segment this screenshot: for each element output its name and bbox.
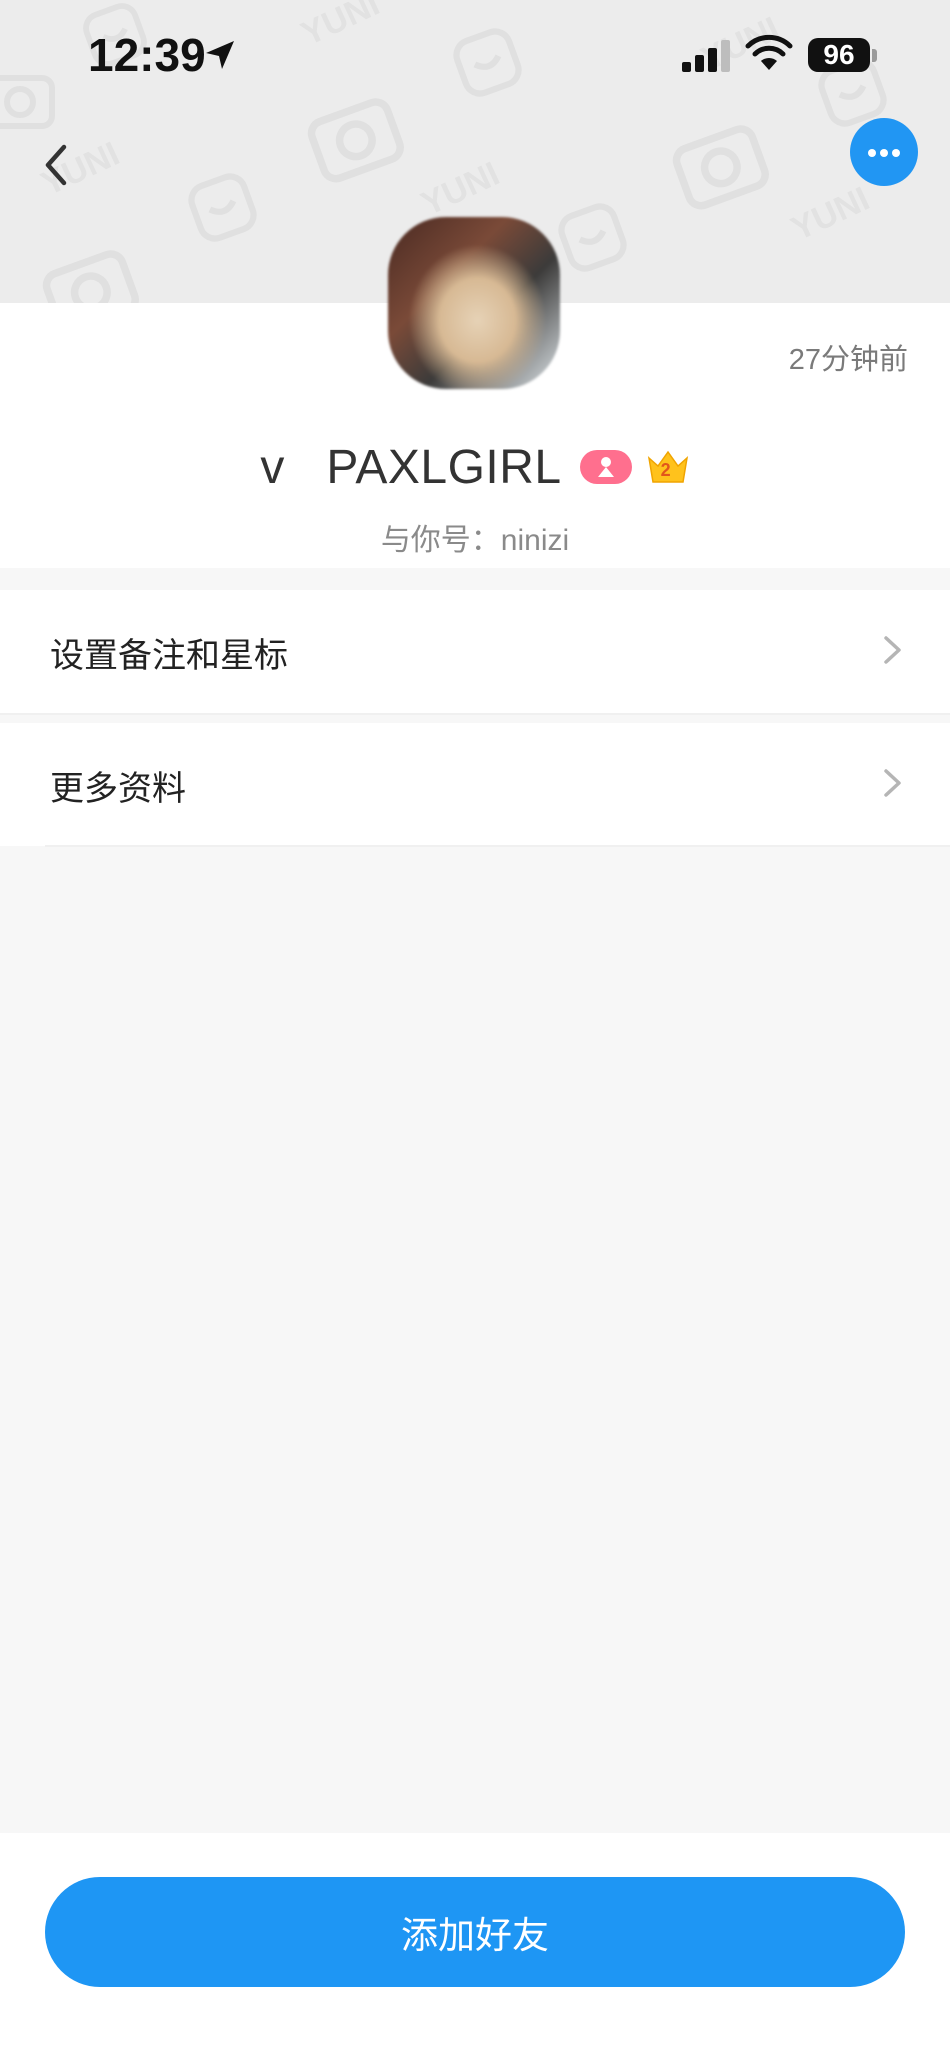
crown-level-icon: 2 bbox=[646, 448, 690, 486]
status-time: 12:39 bbox=[88, 29, 206, 81]
chevron-left-icon bbox=[45, 144, 67, 186]
ellipsis-dot bbox=[892, 149, 900, 157]
more-options-button[interactable] bbox=[850, 118, 918, 186]
chevron-right-icon bbox=[884, 769, 901, 797]
ellipsis-icon bbox=[868, 149, 876, 157]
wifi-icon bbox=[745, 34, 793, 70]
battery-tip bbox=[872, 49, 877, 62]
crown-level-number: 2 bbox=[660, 460, 671, 480]
add-friend-button[interactable]: 添加好友 bbox=[45, 1877, 905, 1987]
smile-watermark-icon bbox=[188, 173, 257, 242]
divider bbox=[45, 845, 950, 847]
name-row: v PAXLGIRL 2 bbox=[0, 437, 950, 497]
last-active-time: 27分钟前 bbox=[788, 344, 908, 376]
camera-watermark-icon bbox=[42, 250, 139, 303]
back-button[interactable] bbox=[28, 135, 88, 195]
menu-item-label: 更多资料 bbox=[50, 769, 186, 809]
gender-female-icon bbox=[579, 450, 632, 484]
status-bar: 12:39 96 bbox=[0, 0, 950, 115]
set-remark-and-star-item[interactable]: 设置备注和星标 bbox=[0, 590, 950, 713]
avatar[interactable] bbox=[388, 217, 560, 389]
watermark-text: YUNI bbox=[785, 179, 876, 249]
chevron-right-icon bbox=[884, 636, 901, 664]
menu-item-label: 设置备注和星标 bbox=[50, 636, 288, 676]
battery-icon: 96 bbox=[808, 38, 870, 72]
divider bbox=[0, 713, 950, 715]
watermark-text: YUNI bbox=[415, 154, 506, 224]
cellular-signal-icon bbox=[682, 40, 730, 72]
more-info-item[interactable]: 更多资料 bbox=[0, 723, 950, 846]
location-arrow-icon bbox=[206, 41, 234, 69]
account-id: 与你号：ninizi bbox=[380, 524, 570, 557]
nickname: v PAXLGIRL bbox=[260, 440, 562, 494]
camera-watermark-icon bbox=[672, 125, 769, 210]
ellipsis-dot bbox=[880, 149, 888, 157]
